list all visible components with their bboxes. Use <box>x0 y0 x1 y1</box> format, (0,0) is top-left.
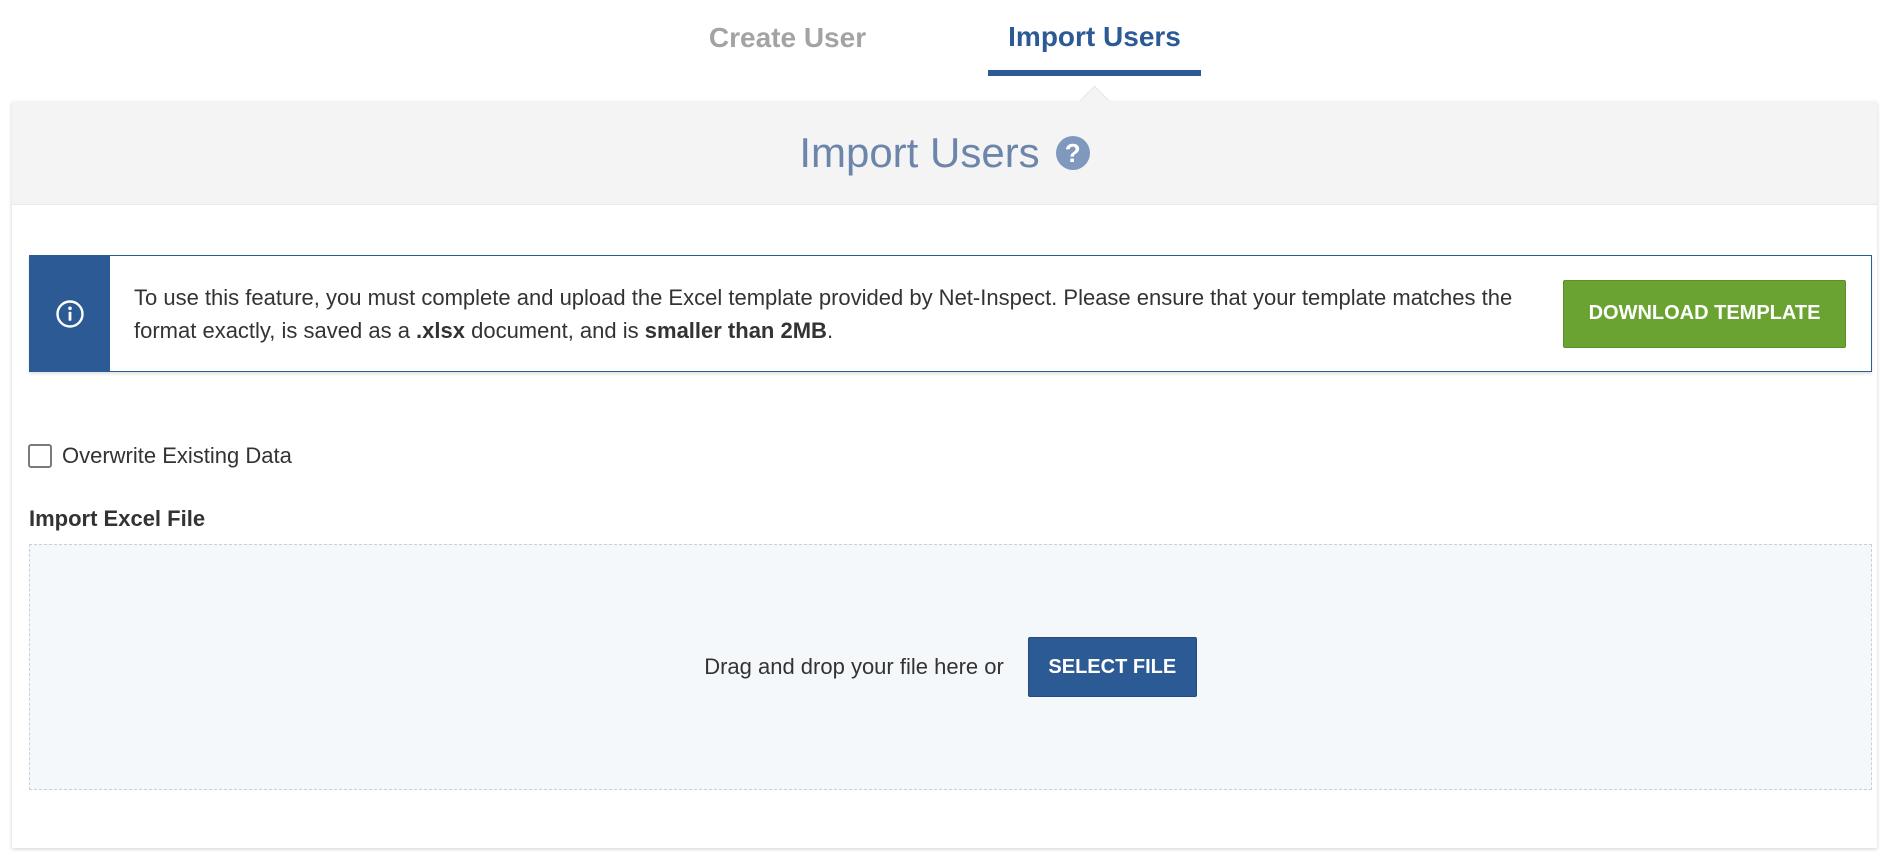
info-message: To use this feature, you must complete a… <box>110 256 1563 371</box>
info-circle-icon <box>56 299 84 328</box>
info-banner: To use this feature, you must complete a… <box>29 255 1872 372</box>
import-users-card: Import Users ? To use this feature, you … <box>12 102 1877 848</box>
overwrite-label[interactable]: Overwrite Existing Data <box>62 443 292 469</box>
dropzone-text: Drag and drop your file here or <box>704 654 1004 679</box>
tab-create-user[interactable]: Create User <box>700 0 875 76</box>
import-file-label: Import Excel File <box>29 506 206 531</box>
download-template-button[interactable]: DOWNLOAD TEMPLATE <box>1563 279 1846 348</box>
info-text-part2: document, and is <box>464 317 645 343</box>
tab-import-users[interactable]: Import Users <box>988 0 1201 76</box>
file-dropzone[interactable]: Drag and drop your file here or SELECT F… <box>29 544 1872 790</box>
page-title: Import Users <box>799 129 1040 176</box>
overwrite-option: Overwrite Existing Data <box>28 441 292 471</box>
card-header: Import Users ? <box>12 102 1877 205</box>
help-icon[interactable]: ? <box>1055 136 1090 170</box>
info-text-part3: . <box>826 317 834 343</box>
info-text-file-type: .xlsx <box>416 317 465 343</box>
tab-bar: Create User Import Users <box>0 0 1891 76</box>
import-users-page: Create User Import Users Import Users ? … <box>0 0 1891 866</box>
overwrite-checkbox[interactable] <box>28 444 52 468</box>
select-file-button[interactable]: SELECT FILE <box>1027 637 1197 697</box>
info-text-size-limit: smaller than 2MB <box>644 317 827 343</box>
info-icon-box <box>30 256 110 371</box>
